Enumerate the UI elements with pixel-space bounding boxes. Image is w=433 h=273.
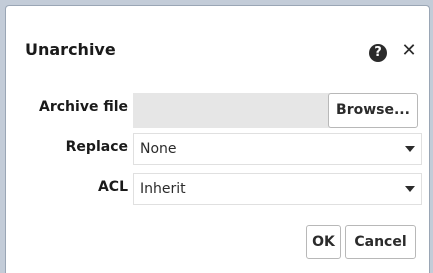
archive-file-field[interactable] (133, 93, 334, 128)
unarchive-dialog: Unarchive ? ✕ Archive file Browse... Rep… (5, 5, 430, 273)
help-icon[interactable]: ? (369, 44, 387, 62)
acl-select[interactable]: Inherit (133, 173, 422, 205)
close-icon[interactable]: ✕ (399, 40, 419, 62)
chevron-down-icon (405, 186, 415, 192)
ok-button[interactable]: OK (306, 225, 341, 259)
acl-select-value: Inherit (140, 181, 186, 197)
page-background: Unarchive ? ✕ Archive file Browse... Rep… (0, 0, 433, 273)
dialog-title: Unarchive (25, 40, 116, 59)
browse-button[interactable]: Browse... (328, 93, 418, 128)
replace-select[interactable]: None (133, 133, 422, 165)
replace-select-value: None (140, 141, 177, 157)
archive-file-label: Archive file (39, 99, 128, 115)
chevron-down-icon (405, 146, 415, 152)
cancel-button[interactable]: Cancel (345, 225, 416, 259)
replace-label: Replace (65, 139, 128, 155)
acl-label: ACL (97, 179, 128, 195)
